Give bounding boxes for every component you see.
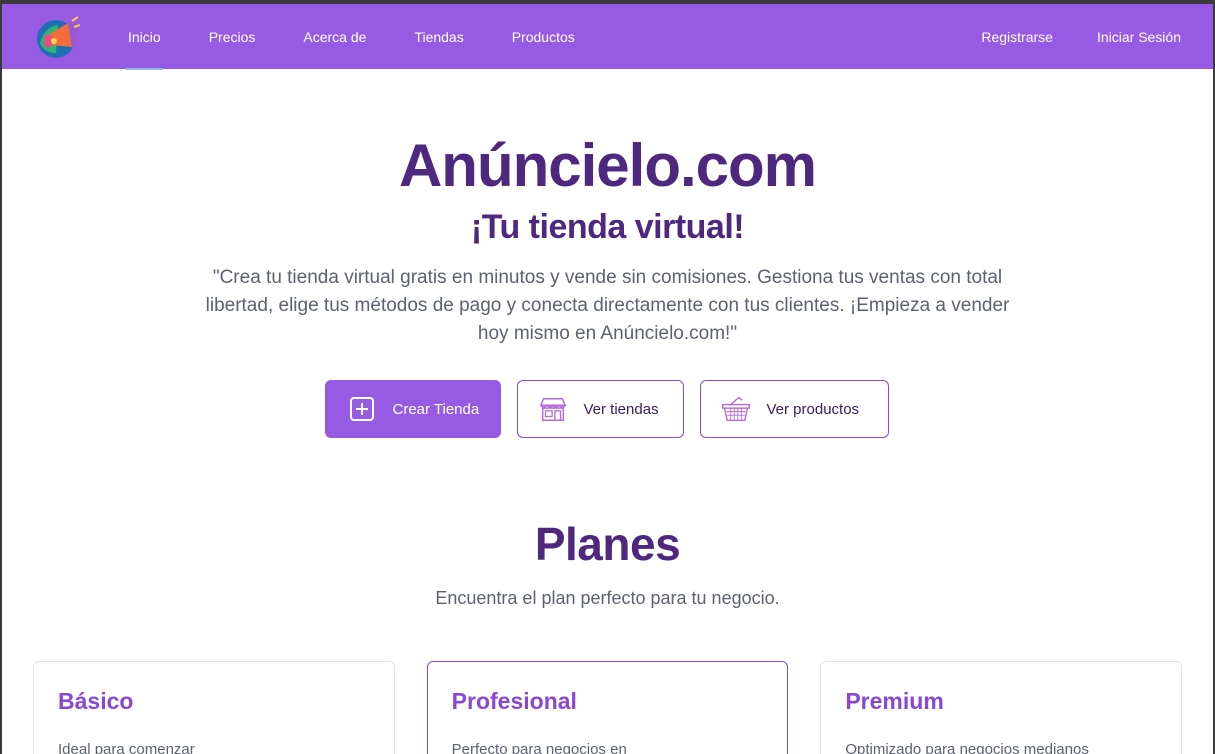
plan-title: Premium — [845, 688, 944, 714]
plan-description: Perfecto para negocios en — [451, 741, 627, 754]
login-link[interactable]: Iniciar Sesión — [1075, 4, 1203, 69]
nav-auth: Registrarse Iniciar Sesión — [959, 4, 1203, 69]
hero-section: Anúncielo.com ¡Tu tienda virtual! "Crea … — [2, 134, 1213, 754]
brand-title: Anúncielo.com — [398, 132, 817, 199]
plan-description: Ideal para comenzar — [58, 741, 195, 754]
plans-title: Planes — [534, 518, 681, 570]
logo[interactable] — [34, 13, 82, 61]
nav-link-acerca-de[interactable]: Acerca de — [279, 4, 390, 69]
nav-links: Inicio Precios Acerca de Tiendas Product… — [104, 4, 599, 70]
hero-buttons: Crear Tienda Ver tiendas Ver productos — [2, 380, 1213, 438]
plan-card-basico[interactable]: Básico Ideal para comenzar — [33, 661, 395, 754]
create-store-button[interactable]: Crear Tienda — [324, 380, 501, 438]
top-navbar: Inicio Precios Acerca de Tiendas Product… — [2, 4, 1213, 70]
register-link[interactable]: Registrarse — [959, 4, 1075, 69]
view-stores-button[interactable]: Ver tiendas — [516, 380, 684, 438]
nav-link-productos[interactable]: Productos — [488, 4, 599, 69]
plan-card-premium[interactable]: Premium Optimizado para negocios mediano… — [820, 661, 1183, 754]
basket-icon — [721, 394, 751, 424]
plan-card-profesional[interactable]: Profesional Perfecto para negocios en — [426, 661, 789, 754]
plan-title: Profesional — [451, 688, 577, 714]
plan-cards: Básico Ideal para comenzar Profesional P… — [2, 661, 1213, 754]
view-products-label: Ver productos — [766, 400, 860, 418]
plan-title: Básico — [58, 688, 134, 714]
plan-description: Optimizado para negocios medianos — [845, 741, 1089, 754]
view-stores-label: Ver tiendas — [583, 400, 659, 418]
view-products-button[interactable]: Ver productos — [699, 380, 889, 438]
plans-subtitle: Encuentra el plan perfecto para tu negoc… — [435, 588, 780, 608]
nav-link-inicio[interactable]: Inicio — [104, 4, 185, 70]
nav-link-precios[interactable]: Precios — [185, 4, 280, 69]
page: Inicio Precios Acerca de Tiendas Product… — [2, 4, 1213, 754]
create-store-label: Crear Tienda — [392, 400, 480, 418]
storefront-icon — [538, 394, 568, 424]
nav-link-tiendas[interactable]: Tiendas — [390, 4, 487, 69]
hero-description: "Crea tu tienda virtual gratis en minuto… — [205, 267, 1010, 344]
hero-tagline: ¡Tu tienda virtual! — [470, 208, 745, 246]
megaphone-logo-icon — [37, 15, 81, 58]
plus-square-icon — [347, 394, 377, 424]
